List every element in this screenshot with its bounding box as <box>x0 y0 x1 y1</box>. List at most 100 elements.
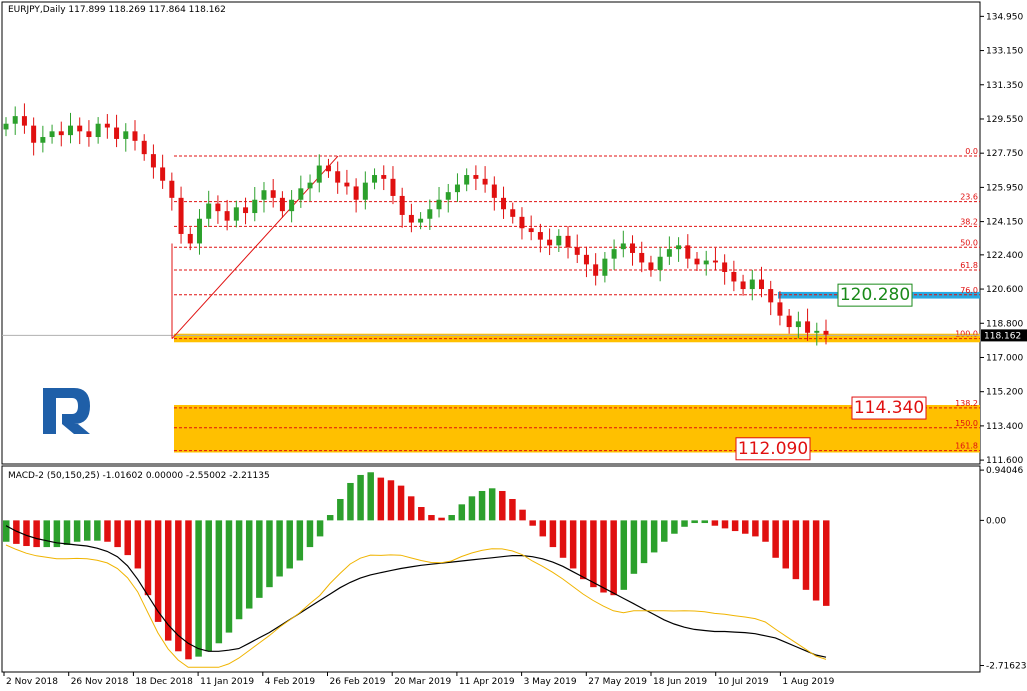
candle-body <box>58 131 64 136</box>
time-tick-label: 10 Jul 2019 <box>718 677 769 687</box>
macd-bar <box>772 520 779 558</box>
macd-bar <box>256 520 263 598</box>
price-tick-label: 125.950 <box>986 183 1023 193</box>
fib-level-label: 138.2 <box>955 399 978 408</box>
candle-body <box>473 175 479 179</box>
price-tick-label: 113.400 <box>986 422 1023 432</box>
macd-bar <box>428 515 435 521</box>
macd-bar <box>387 480 395 521</box>
macd-bar <box>418 507 425 521</box>
macd-bar <box>782 520 790 569</box>
candle-body <box>12 116 18 124</box>
macd-bar <box>235 520 243 620</box>
candle-body <box>21 116 27 126</box>
candle-body <box>574 247 580 255</box>
macd-bar <box>752 520 759 537</box>
macd-bar <box>63 520 71 545</box>
candle-body <box>703 260 709 265</box>
time-tick-label: 26 Feb 2019 <box>330 677 386 687</box>
candle-body <box>3 123 9 130</box>
candle-body <box>114 127 120 139</box>
macd-bar <box>296 520 304 561</box>
candle-body <box>408 214 414 223</box>
eurjpy-chart: 0.0 23.6 38.2 50.0 61.8 76.0 100.0 138.2 150.0 16… <box>1 1 1027 687</box>
macd-bar <box>225 520 233 633</box>
candle-body <box>611 249 617 259</box>
price-tick-label: 122.400 <box>986 251 1023 261</box>
macd-bar <box>175 520 182 652</box>
candle-body <box>823 330 829 335</box>
price-tick-label: 129.550 <box>986 115 1023 125</box>
candle-body <box>501 197 507 210</box>
candle-body <box>630 243 636 253</box>
fib-level-label: 50.0 <box>960 238 978 247</box>
macd-bar <box>94 520 101 541</box>
candle-body <box>316 165 322 183</box>
macd-bar <box>661 520 668 542</box>
price-tick-label: 111.600 <box>986 456 1023 466</box>
candle-body <box>270 190 276 198</box>
fib-level-label: 76.0 <box>960 286 978 295</box>
candle-body <box>132 131 138 141</box>
candle-body <box>362 182 368 200</box>
candle-body <box>814 330 820 333</box>
candle-body <box>685 245 691 259</box>
macd-bar <box>691 520 698 524</box>
macd-bar <box>124 520 131 556</box>
candle-body <box>749 279 755 290</box>
candle-body <box>252 199 258 214</box>
candle-body <box>427 209 433 219</box>
fib-level-label: 150.0 <box>955 419 978 428</box>
candle-body <box>86 131 92 138</box>
candle-body <box>620 243 626 250</box>
time-tick-label: 4 Feb 2019 <box>265 677 316 687</box>
macd-bar <box>701 520 709 524</box>
macd-bar <box>762 520 769 542</box>
candle-body <box>510 209 516 217</box>
candle-body <box>565 235 571 248</box>
price-tick-label: 133.150 <box>986 47 1023 57</box>
candle-body <box>95 123 101 138</box>
macd-bar <box>742 520 749 534</box>
candle-body <box>583 254 589 265</box>
time-tick-label: 18 Dec 2018 <box>135 677 193 687</box>
candle-body <box>279 197 285 212</box>
macd-bar <box>671 520 678 534</box>
candle-body <box>657 256 663 271</box>
candle-body <box>178 197 184 234</box>
price-tick-label: 134.950 <box>986 12 1023 22</box>
macd-bar <box>114 520 121 548</box>
macd-tick-label: 0.94046 <box>986 466 1023 476</box>
macd-bar <box>215 520 223 644</box>
candle-body <box>187 233 193 244</box>
macd-bar <box>620 520 628 590</box>
macd-bar <box>600 520 607 593</box>
macd-bar <box>316 520 324 537</box>
candle-body <box>666 249 672 257</box>
candle-body <box>639 252 645 263</box>
candle-body <box>519 216 525 229</box>
macd-bar <box>185 520 192 660</box>
candle-body <box>454 184 460 193</box>
macd-bar <box>245 520 253 609</box>
macd-bar <box>802 520 810 590</box>
candle-body <box>436 199 442 210</box>
time-tick-label: 27 May 2019 <box>588 677 647 687</box>
time-tick-label: 3 May 2019 <box>524 677 577 687</box>
candle-body <box>399 195 405 215</box>
macd-bar <box>33 520 40 548</box>
macd-bar <box>377 477 385 521</box>
fib-level-label: 100.0 <box>955 330 978 339</box>
candle-body <box>731 271 737 282</box>
fib-level-label: 161.8 <box>955 442 978 451</box>
candle-body <box>196 218 202 244</box>
fib-level-label: 23.6 <box>960 193 978 202</box>
candle-body <box>160 167 166 181</box>
candle-body <box>740 281 746 290</box>
macd-bar <box>23 520 30 547</box>
price-panel-frame <box>1 1 981 465</box>
macd-bar <box>326 515 334 521</box>
macd-bar <box>580 520 587 580</box>
time-tick-label: 26 Nov 2018 <box>71 677 129 687</box>
candle-body <box>777 302 783 316</box>
